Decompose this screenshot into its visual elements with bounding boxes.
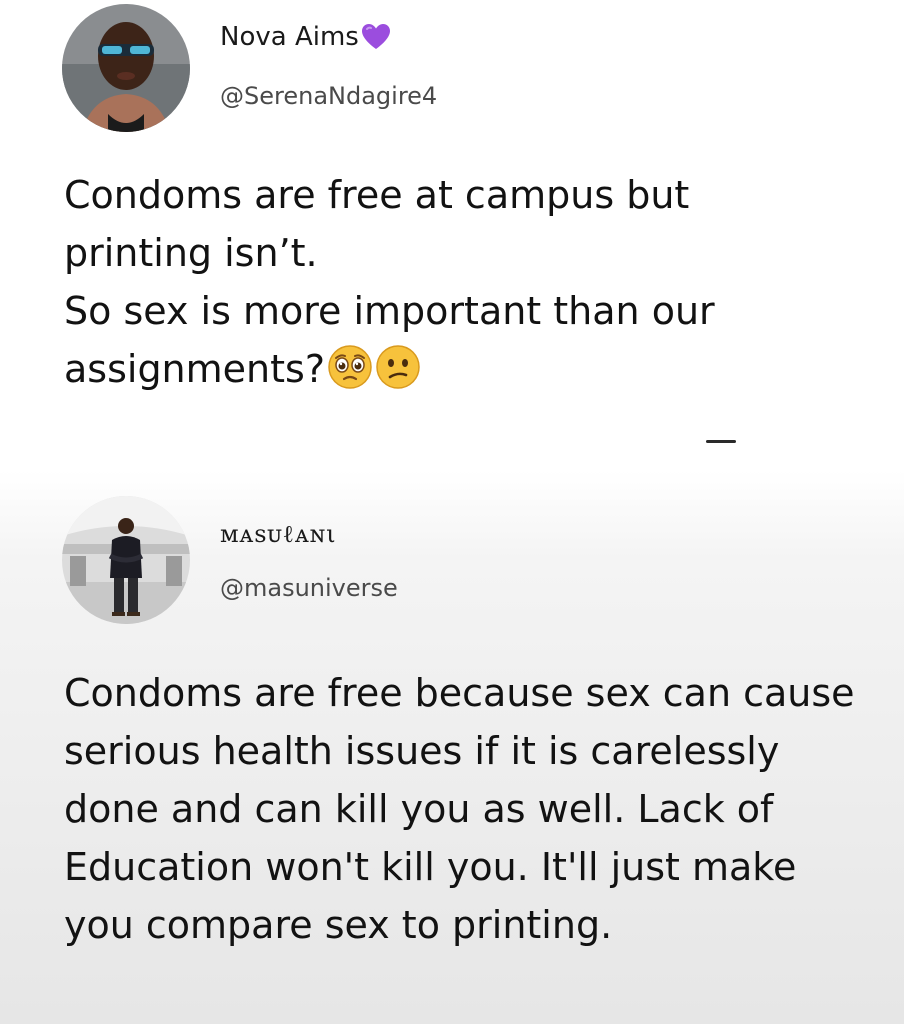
avatar-photo (62, 496, 190, 624)
handle[interactable]: @masuniverse (220, 574, 398, 602)
display-name-text: ᴍᴀsᴜℓᴀɴι (220, 520, 337, 548)
avatar-photo (62, 4, 190, 132)
tweet-card[interactable]: ᴍᴀsᴜℓᴀɴι @masuniverse Condoms are free b… (0, 470, 904, 1024)
tweet-text: Condoms are free because sex can cause s… (64, 671, 855, 947)
tweet-text-line-with-emoji: assignments? (64, 340, 864, 398)
display-name[interactable]: Nova Aims (220, 22, 391, 52)
confused-face-icon (375, 344, 421, 390)
pleading-face-icon (327, 344, 373, 390)
divider (706, 440, 736, 443)
tweet-text-line: assignments? (64, 347, 325, 391)
tweet-card[interactable]: Nova Aims @SerenaNdagire4 Condoms are fr… (0, 0, 904, 470)
tweet-text: Condoms are free at campus but printing … (64, 166, 864, 398)
tweet-text-line: So sex is more important than our (64, 289, 715, 333)
display-name-text: Nova Aims (220, 22, 359, 52)
display-name[interactable]: ᴍᴀsᴜℓᴀɴι (220, 520, 337, 549)
avatar[interactable] (62, 496, 190, 624)
avatar[interactable] (62, 4, 190, 132)
handle[interactable]: @SerenaNdagire4 (220, 82, 437, 110)
tweet-text-line: Condoms are free at campus but (64, 173, 690, 217)
purple-heart-icon (361, 23, 391, 51)
tweet-text-line: printing isn’t. (64, 231, 318, 275)
